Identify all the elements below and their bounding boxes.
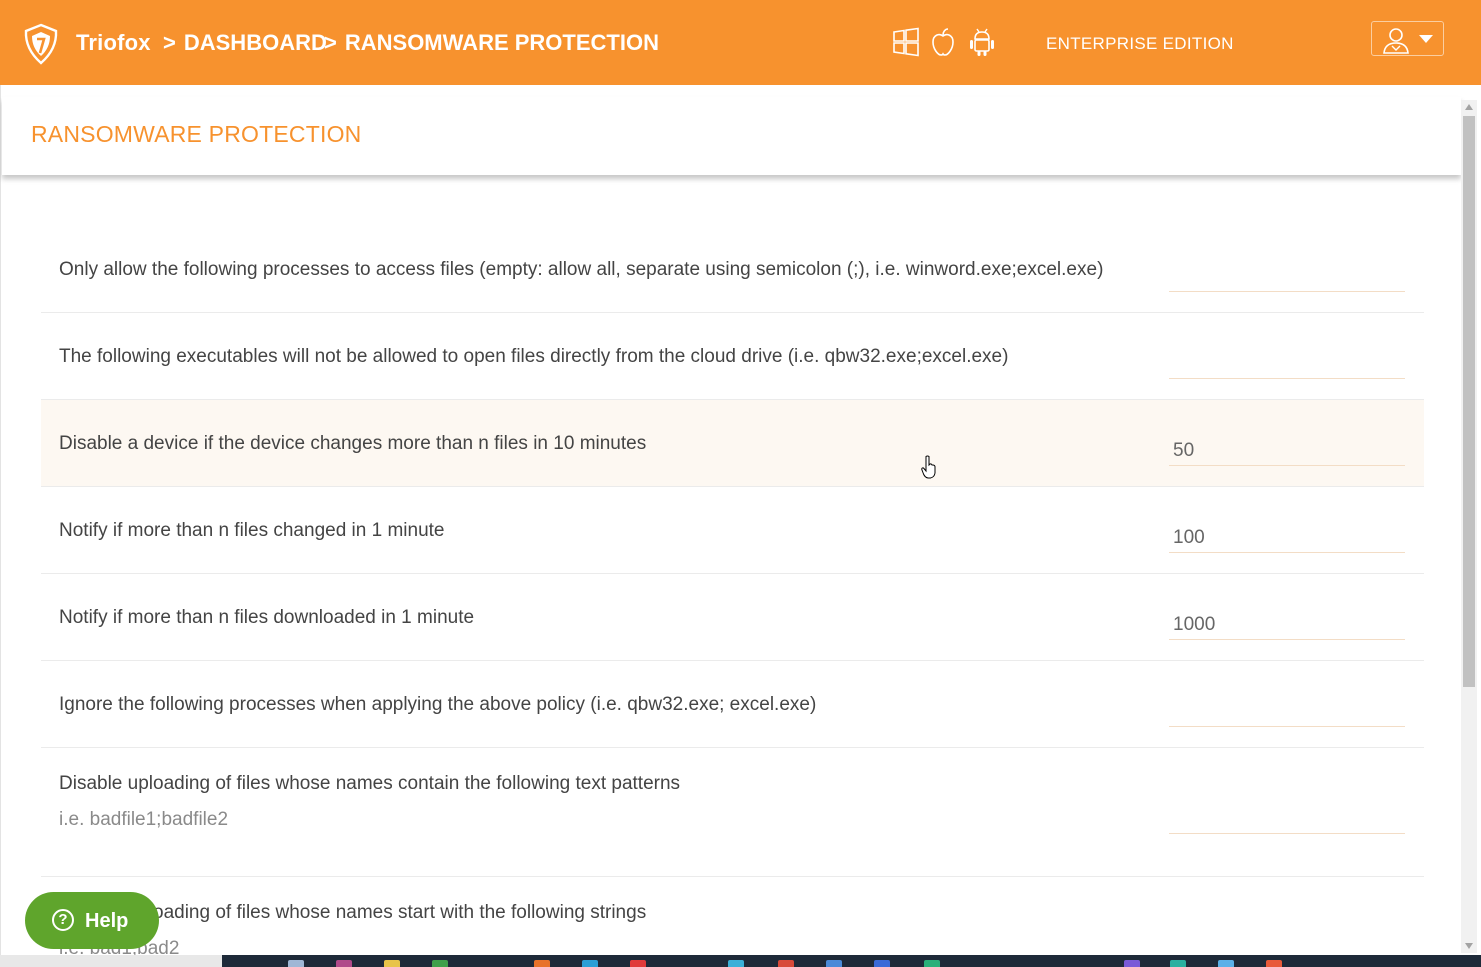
disable-device-threshold-input[interactable]	[1169, 436, 1405, 466]
help-button[interactable]: ? Help	[25, 892, 159, 949]
setting-row-disable-device-threshold: Disable a device if the device changes m…	[41, 400, 1424, 487]
scrollbar-thumb[interactable]	[1463, 116, 1475, 687]
taskbar-app-icon[interactable]	[1218, 960, 1234, 967]
taskbar-app-icon[interactable]	[432, 960, 448, 967]
setting-label: Only allow the following processes to ac…	[59, 259, 1104, 280]
user-menu-button[interactable]	[1371, 21, 1444, 56]
triofox-logo-icon[interactable]	[22, 23, 60, 65]
taskbar-app-icon[interactable]	[1170, 960, 1186, 967]
breadcrumb-ransomware-protection: > RANSOMWARE PROTECTION	[324, 30, 659, 56]
breadcrumb-dashboard[interactable]: > DASHBOARD	[163, 30, 327, 56]
brand-name[interactable]: Triofox	[76, 30, 151, 56]
setting-row-notify-changed: Notify if more than n files changed in 1…	[41, 487, 1424, 574]
os-taskbar	[0, 955, 1481, 967]
setting-hint: i.e. badfile1;badfile2	[59, 809, 229, 830]
vertical-scrollbar[interactable]	[1461, 100, 1477, 953]
setting-label: The following executables will not be al…	[59, 346, 1009, 367]
taskbar-app-icon[interactable]	[630, 960, 646, 967]
content-area: RANSOMWARE PROTECTION Only allow the fol…	[0, 85, 1462, 955]
setting-row-notify-downloaded: Notify if more than n files downloaded i…	[41, 574, 1424, 661]
page-title: RANSOMWARE PROTECTION	[31, 121, 362, 147]
setting-label: Notify if more than n files downloaded i…	[59, 607, 475, 628]
setting-row-block-name-patterns: Disable uploading of files whose names c…	[41, 748, 1424, 877]
question-circle-icon: ?	[52, 909, 74, 931]
taskbar-app-icon[interactable]	[1266, 960, 1282, 967]
allowed-processes-input[interactable]	[1169, 262, 1405, 292]
taskbar-app-icon[interactable]	[534, 960, 550, 967]
apple-icon[interactable]	[930, 27, 958, 57]
breadcrumb-separator: >	[163, 30, 176, 55]
scroll-down-arrow-icon[interactable]	[1465, 943, 1473, 949]
breadcrumb-current-label: RANSOMWARE PROTECTION	[344, 30, 659, 55]
setting-label: Disable uploading of files whose names c…	[59, 773, 681, 794]
setting-row-ignored-processes: Ignore the following processes when appl…	[41, 661, 1424, 748]
user-icon	[1383, 28, 1409, 54]
taskbar-app-icon[interactable]	[924, 960, 940, 967]
taskbar-app-icon[interactable]	[826, 960, 842, 967]
setting-row-block-name-prefixes: Disable uploading of files whose names s…	[41, 877, 1424, 955]
taskbar-search-area[interactable]	[0, 955, 222, 967]
setting-row-allowed-processes: Only allow the following processes to ac…	[41, 226, 1424, 313]
page-title-card: RANSOMWARE PROTECTION	[2, 97, 1461, 175]
notify-downloaded-input[interactable]	[1169, 610, 1405, 640]
taskbar-app-icon[interactable]	[874, 960, 890, 967]
chevron-down-icon	[1419, 35, 1433, 43]
windows-icon[interactable]	[892, 27, 920, 57]
taskbar-app-icon[interactable]	[336, 960, 352, 967]
taskbar-app-icon[interactable]	[288, 960, 304, 967]
notify-changed-input[interactable]	[1169, 523, 1405, 553]
platform-icons	[892, 27, 996, 59]
taskbar-app-icon[interactable]	[728, 960, 744, 967]
help-button-label: Help	[85, 910, 129, 932]
taskbar-app-icon[interactable]	[1124, 960, 1140, 967]
top-bar: Triofox > DASHBOARD > RANSOMWARE PROTECTIO…	[0, 0, 1481, 85]
setting-label: Ignore the following processes when appl…	[59, 694, 817, 715]
setting-row-blocked-executables: The following executables will not be al…	[41, 313, 1424, 400]
edition-label: ENTERPRISE EDITION	[1046, 34, 1234, 53]
blocked-executables-input[interactable]	[1169, 349, 1405, 379]
scroll-up-arrow-icon[interactable]	[1465, 104, 1473, 110]
breadcrumb-dashboard-label[interactable]: DASHBOARD	[184, 30, 327, 55]
taskbar-app-icon[interactable]	[778, 960, 794, 967]
breadcrumb-separator: >	[324, 30, 337, 55]
taskbar-app-icon[interactable]	[582, 960, 598, 967]
hand-cursor-icon	[921, 455, 936, 479]
ignored-processes-input[interactable]	[1169, 697, 1405, 727]
taskbar-app-icon[interactable]	[384, 960, 400, 967]
setting-label: Disable a device if the device changes m…	[59, 433, 647, 454]
block-name-patterns-input[interactable]	[1169, 804, 1405, 834]
setting-label: Notify if more than n files changed in 1…	[59, 520, 445, 541]
android-icon[interactable]	[968, 27, 996, 57]
